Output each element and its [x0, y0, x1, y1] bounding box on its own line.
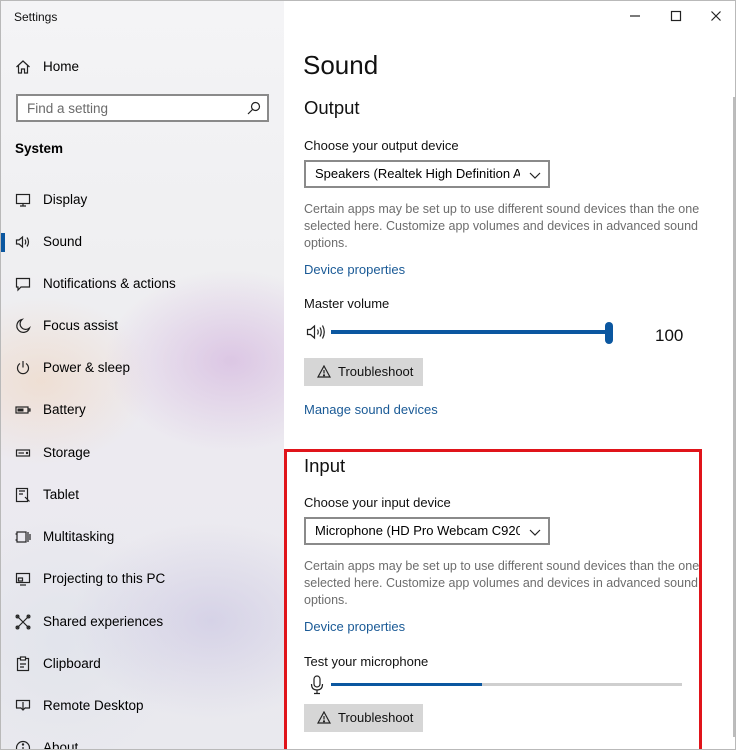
output-device-label: Choose your output device: [304, 138, 459, 153]
output-description: Certain apps may be set up to use differ…: [304, 202, 700, 250]
sidebar-item-tablet[interactable]: Tablet: [1, 478, 284, 512]
moon-icon: [15, 318, 31, 334]
microphone-level-fill: [331, 683, 482, 686]
chevron-down-icon: [528, 525, 542, 537]
sidebar-item-battery[interactable]: Battery: [1, 393, 284, 427]
sidebar-item-projecting[interactable]: Projecting to this PC: [1, 562, 284, 596]
speaker-icon: [15, 234, 31, 250]
sidebar-item-label: Battery: [43, 402, 86, 417]
sidebar-item-label: Notifications & actions: [43, 276, 176, 291]
vertical-scrollbar[interactable]: [733, 97, 735, 737]
input-heading: Input: [304, 455, 346, 476]
sidebar-item-clipboard[interactable]: Clipboard: [1, 647, 284, 681]
master-volume-fill: [331, 330, 609, 334]
power-icon: [15, 360, 31, 376]
sidebar-item-label: Display: [43, 192, 88, 207]
output-device-value: Speakers (Realtek High Definition A...: [315, 166, 520, 181]
sidebar-item-display[interactable]: Display: [1, 183, 284, 217]
home-label: Home: [43, 59, 80, 74]
settings-window: Settings Home Find a setting System Disp…: [0, 0, 736, 750]
search-input[interactable]: Find a setting: [16, 94, 269, 122]
sidebar-item-label: Focus assist: [43, 318, 119, 333]
shared-experiences-icon: [15, 614, 31, 630]
sidebar-item-label: Remote Desktop: [43, 698, 144, 713]
battery-icon: [15, 402, 31, 418]
tablet-icon: [15, 487, 31, 503]
sidebar-item-label: Power & sleep: [43, 360, 131, 375]
master-volume-value: 100: [655, 326, 684, 345]
app-title: Settings: [14, 10, 58, 24]
about-icon: [15, 740, 31, 749]
manage-sound-devices-link[interactable]: Manage sound devices: [304, 402, 438, 417]
clipboard-icon: [15, 656, 31, 672]
sidebar-item-label: Sound: [43, 234, 83, 249]
input-troubleshoot-button[interactable]: Troubleshoot: [304, 704, 423, 732]
sidebar-item-label: Multitasking: [43, 529, 115, 544]
sidebar-item-label: Tablet: [43, 487, 80, 502]
master-volume-slider[interactable]: [331, 330, 609, 334]
page-title: Sound: [303, 50, 379, 80]
chevron-down-icon: [528, 168, 542, 180]
sidebar-item-label: Shared experiences: [43, 614, 164, 629]
projecting-icon: [15, 571, 31, 587]
sidebar-item-label: Storage: [43, 445, 91, 460]
speaker-icon[interactable]: [306, 323, 326, 341]
multitasking-icon: [15, 529, 31, 545]
output-device-dropdown[interactable]: Speakers (Realtek High Definition A...: [304, 160, 550, 188]
sidebar-item-power-sleep[interactable]: Power & sleep: [1, 351, 284, 385]
input-device-value: Microphone (HD Pro Webcam C920): [315, 523, 520, 538]
home-nav-item[interactable]: Home: [1, 53, 284, 81]
notifications-icon: [15, 276, 31, 292]
master-volume-label: Master volume: [304, 296, 390, 311]
input-description: Certain apps may be set up to use differ…: [304, 559, 700, 607]
storage-icon: [15, 445, 31, 461]
home-icon: [15, 59, 31, 75]
warning-icon: [316, 364, 332, 378]
test-microphone-label: Test your microphone: [304, 654, 429, 669]
sidebar-item-shared-experiences[interactable]: Shared experiences: [1, 605, 284, 639]
section-title-system: System: [15, 141, 64, 156]
sidebar-item-about[interactable]: About: [1, 731, 284, 750]
warning-icon: [316, 710, 332, 724]
sidebar: Settings Home Find a setting System Disp…: [1, 1, 284, 750]
output-heading: Output: [304, 97, 360, 118]
main-content: Sound Output Choose your output device S…: [284, 1, 735, 749]
sidebar-item-label: Clipboard: [43, 656, 101, 671]
microphone-icon: [310, 675, 324, 695]
input-device-label: Choose your input device: [304, 495, 451, 510]
troubleshoot-label: Troubleshoot: [338, 710, 414, 725]
display-icon: [15, 192, 31, 208]
sidebar-item-remote-desktop[interactable]: Remote Desktop: [1, 689, 284, 723]
sidebar-item-label: Projecting to this PC: [43, 571, 166, 586]
sidebar-item-label: About: [43, 740, 79, 750]
sidebar-item-notifications[interactable]: Notifications & actions: [1, 267, 284, 301]
microphone-level-meter: [331, 683, 682, 686]
troubleshoot-label: Troubleshoot: [338, 364, 414, 379]
input-device-dropdown[interactable]: Microphone (HD Pro Webcam C920): [304, 517, 550, 545]
sidebar-item-multitasking[interactable]: Multitasking: [1, 520, 284, 554]
sidebar-item-focus-assist[interactable]: Focus assist: [1, 309, 284, 343]
sidebar-item-storage[interactable]: Storage: [1, 436, 284, 470]
search-icon[interactable]: [247, 101, 261, 115]
master-volume-thumb[interactable]: [605, 322, 613, 344]
output-device-properties-link[interactable]: Device properties: [304, 262, 405, 277]
search-placeholder: Find a setting: [27, 101, 109, 116]
output-troubleshoot-button[interactable]: Troubleshoot: [304, 358, 423, 386]
sidebar-item-sound[interactable]: Sound: [1, 225, 284, 259]
remote-desktop-icon: [15, 698, 31, 714]
input-device-properties-link[interactable]: Device properties: [304, 619, 405, 634]
